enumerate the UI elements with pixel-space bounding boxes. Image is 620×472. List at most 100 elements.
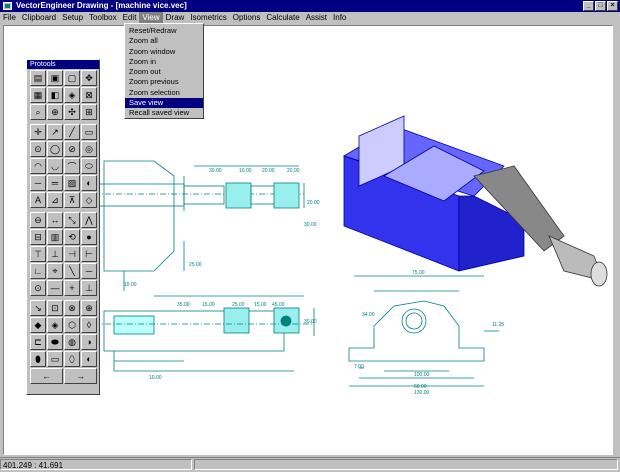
menu-item-zoom-selection[interactable]: Zoom selection <box>125 88 203 98</box>
tool-top-align-icon[interactable]: ⊤ <box>30 246 46 262</box>
menu-item-zoom-previous[interactable]: Zoom previous <box>125 77 203 87</box>
menu-setup[interactable]: Setup <box>59 12 86 23</box>
menu-item-zoom-all[interactable]: Zoom all <box>125 36 203 46</box>
tool-hatch-icon[interactable]: ▨ <box>64 175 80 191</box>
end-view <box>348 275 499 387</box>
tool-triangle-icon[interactable]: ⊿ <box>47 192 63 208</box>
tool-delete-icon[interactable]: ⊠ <box>81 87 97 103</box>
tool-move-icon[interactable]: ✥ <box>81 70 97 86</box>
tool-forward-icon[interactable]: → <box>64 368 97 384</box>
tool-arc-a-icon[interactable]: ⊘ <box>64 141 80 157</box>
tool-right-align-icon[interactable]: ⊢ <box>81 246 97 262</box>
tool-new-page-icon[interactable]: ▢ <box>64 70 80 86</box>
dimension-label: 25.00 <box>232 302 245 308</box>
tool-node-icon[interactable]: ◈ <box>47 317 63 333</box>
tool-x-mark-icon[interactable]: ⊗ <box>64 300 80 316</box>
tool-dash-icon[interactable]: — <box>47 280 63 296</box>
tool-solid-diamond-icon[interactable]: ◆ <box>30 317 46 333</box>
tool-dimension-icon[interactable]: ↔ <box>47 212 63 228</box>
app-icon[interactable] <box>3 2 12 10</box>
tool-dot-icon[interactable]: ● <box>81 229 97 245</box>
tool-semicircle-icon[interactable]: ◐ <box>81 351 97 367</box>
view-menu-dropdown: Reset/Redraw Zoom all Zoom window Zoom in Zo… <box>124 23 204 119</box>
dimension-label: 11.25 <box>492 322 504 328</box>
menu-assist[interactable]: Assist <box>303 12 330 23</box>
tool-fill-icon[interactable]: ◧ <box>47 87 63 103</box>
maximize-button[interactable]: □ <box>595 1 606 11</box>
tool-snap-icon[interactable]: ⊙ <box>30 280 46 296</box>
menu-toolbox[interactable]: Toolbox <box>86 12 120 23</box>
menu-options[interactable]: Options <box>230 12 264 23</box>
tool-curve-icon[interactable]: ⌒ <box>64 158 80 174</box>
tool-backslash-icon[interactable]: ╲ <box>64 263 80 279</box>
tool-oval-icon[interactable]: ⬭ <box>81 158 97 174</box>
menu-file[interactable]: File <box>0 12 19 23</box>
tool-point-icon[interactable]: ✛ <box>30 124 46 140</box>
tool-block-icon[interactable]: ▭ <box>47 351 63 367</box>
menu-item-zoom-window[interactable]: Zoom window <box>125 47 203 57</box>
tool-half-circle-icon[interactable]: ◑ <box>81 334 97 350</box>
tool-vertex-icon[interactable]: ⋀ <box>81 212 97 228</box>
tool-table-icon[interactable]: ⊟ <box>30 229 46 245</box>
tool-color-icon[interactable]: ▣ <box>47 70 63 86</box>
tool-select-icon[interactable]: ◈ <box>64 87 80 103</box>
tool-back-icon[interactable]: ← <box>30 368 63 384</box>
tool-target-icon[interactable]: ⌖ <box>47 263 63 279</box>
vertical-scrollbar[interactable] <box>613 25 620 455</box>
tool-disk-icon[interactable]: ◍ <box>64 334 80 350</box>
menu-item-zoom-out[interactable]: Zoom out <box>125 67 203 77</box>
menu-calculate[interactable]: Calculate <box>263 12 302 23</box>
tool-arc-b-icon[interactable]: ◠ <box>30 158 46 174</box>
menu-item-reset-redraw[interactable]: Reset/Redraw <box>125 26 203 36</box>
tool-minus-icon[interactable]: ⊖ <box>30 212 46 228</box>
tool-circle-center-icon[interactable]: ⊙ <box>30 141 46 157</box>
tool-rotate-icon[interactable]: ⟲ <box>64 229 80 245</box>
tool-hline-icon[interactable]: ─ <box>30 175 46 191</box>
tool-capsule-icon[interactable]: ⬬ <box>47 334 63 350</box>
tool-corner-icon[interactable]: ∟ <box>30 263 46 279</box>
tool-bracket-icon[interactable]: ⊏ <box>30 334 46 350</box>
tool-plus-circle-icon[interactable]: ⊕ <box>81 300 97 316</box>
tool-paint-icon[interactable]: ◐ <box>81 175 97 191</box>
menu-item-recall-saved-view[interactable]: Recall saved view <box>125 108 203 118</box>
tool-diamond-icon[interactable]: ◇ <box>81 192 97 208</box>
tool-ring-icon[interactable]: ⬯ <box>64 351 80 367</box>
tool-box-point-icon[interactable]: ⊡ <box>47 300 63 316</box>
menu-draw[interactable]: Draw <box>163 12 188 23</box>
tool-line-icon[interactable]: ↗ <box>47 124 63 140</box>
menu-isometrics[interactable]: Isometrics <box>187 12 229 23</box>
tool-bottom-align-icon[interactable]: ⊥ <box>47 246 63 262</box>
tool-columns-icon[interactable]: ▥ <box>47 229 63 245</box>
tool-ellipse-icon[interactable]: ◎ <box>81 141 97 157</box>
tool-arrow-icon[interactable]: ↘ <box>30 300 46 316</box>
menu-clipboard[interactable]: Clipboard <box>19 12 59 23</box>
menu-view[interactable]: View <box>139 12 163 23</box>
tool-double-line-icon[interactable]: ═ <box>47 175 63 191</box>
menu-item-save-view[interactable]: Save view <box>125 98 203 109</box>
tool-pill-icon[interactable]: ⬮ <box>30 351 46 367</box>
tool-grid-icon[interactable]: ▦ <box>30 87 46 103</box>
tool-arc-c-icon[interactable]: ◡ <box>47 158 63 174</box>
menu-info[interactable]: Info <box>330 12 349 23</box>
tool-rectangle-icon[interactable]: ▭ <box>81 124 97 140</box>
menu-item-zoom-in[interactable]: Zoom in <box>125 57 203 67</box>
close-button[interactable]: × <box>607 1 618 11</box>
tool-rhombus-icon[interactable]: ◊ <box>81 317 97 333</box>
tool-angle-icon[interactable]: ⊼ <box>64 192 80 208</box>
tool-zoom-out-icon[interactable]: ⊕ <box>47 104 63 120</box>
tool-slash-icon[interactable]: ╱ <box>64 124 80 140</box>
minimize-button[interactable]: _ <box>583 1 594 11</box>
tool-diagonal-icon[interactable]: ⤡ <box>64 212 80 228</box>
tool-cross-icon[interactable]: + <box>64 280 80 296</box>
tool-hexagon-icon[interactable]: ⬡ <box>64 317 80 333</box>
menu-edit[interactable]: Edit <box>120 12 140 23</box>
tool-circle-icon[interactable]: ◯ <box>47 141 63 157</box>
tool-frame-icon[interactable]: ⊞ <box>81 104 97 120</box>
tool-layers-icon[interactable]: ▤ <box>30 70 46 86</box>
tool-left-align-icon[interactable]: ⊣ <box>64 246 80 262</box>
tool-perpendicular-icon[interactable]: ⊥ <box>81 280 97 296</box>
tool-text-icon[interactable]: A <box>30 192 46 208</box>
tool-horizontal-icon[interactable]: ─ <box>81 263 97 279</box>
tool-pan-icon[interactable]: ✣ <box>64 104 80 120</box>
tool-zoom-in-icon[interactable]: ⌕ <box>30 104 46 120</box>
